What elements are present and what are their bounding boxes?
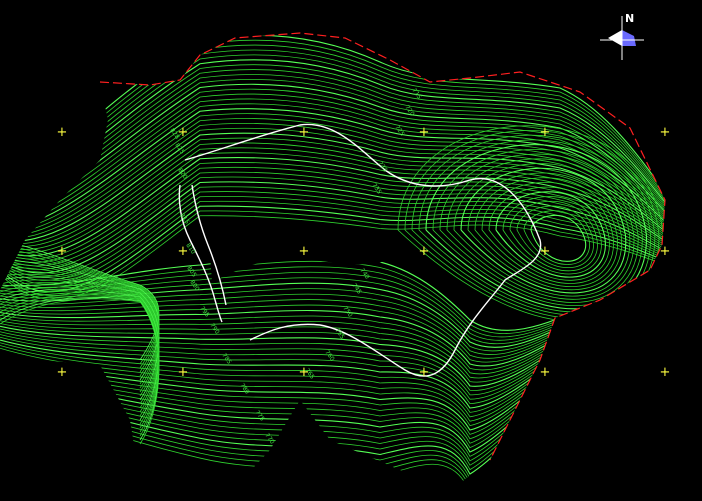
elevation-label: 785 [220,352,232,366]
elevation-label: 795 [198,305,210,319]
grid-mark: + [57,125,68,140]
north-arrow-icon [608,30,622,46]
north-arrow: N [600,12,644,60]
elevation-label: 775 [253,409,265,423]
grid-mark: + [178,365,189,380]
north-label: N [625,12,634,25]
elevation-label: 735 [370,182,382,196]
topographic-contour-map: 8288258208158108058007957907857807757707… [0,12,671,487]
contour-line [0,337,601,471]
contour-line [0,196,665,285]
elevation-label: 770 [263,432,275,446]
north-arrow-shadow [622,30,636,46]
grid-mark: + [57,365,68,380]
grid-mark: + [540,244,551,259]
elevation-label: 745 [350,282,362,296]
grid-mark: + [660,244,671,259]
elevation-label: 740 [358,267,370,281]
elevation-label: 805 [185,265,197,279]
grid-mark: + [178,125,189,140]
contour-line [0,339,601,479]
grid-mark: + [540,125,551,140]
grid-mark: + [660,365,671,380]
contour-line [0,123,665,259]
cad-drawing-viewport[interactable]: 828 825 820 815 810 805 800 795 790 785 780 775 770 7… [0,0,702,497]
grid-mark: + [57,244,68,259]
contour-line [0,44,665,243]
contour-lines [0,34,665,487]
grid-mark: + [178,244,189,259]
grid-mark: + [419,244,430,259]
grid-mark: + [299,244,310,259]
contour-line [0,64,665,247]
contour-line [0,98,665,254]
grid-mark: + [419,365,430,380]
elevation-label: 780 [238,382,250,396]
grid-mark: + [419,125,430,140]
grid-mark: + [299,365,310,380]
grid-mark: + [299,125,310,140]
contour-line [0,292,160,429]
elevation-label: 825 [173,142,185,156]
grid-mark: + [660,125,671,140]
grid-mark: + [540,365,551,380]
